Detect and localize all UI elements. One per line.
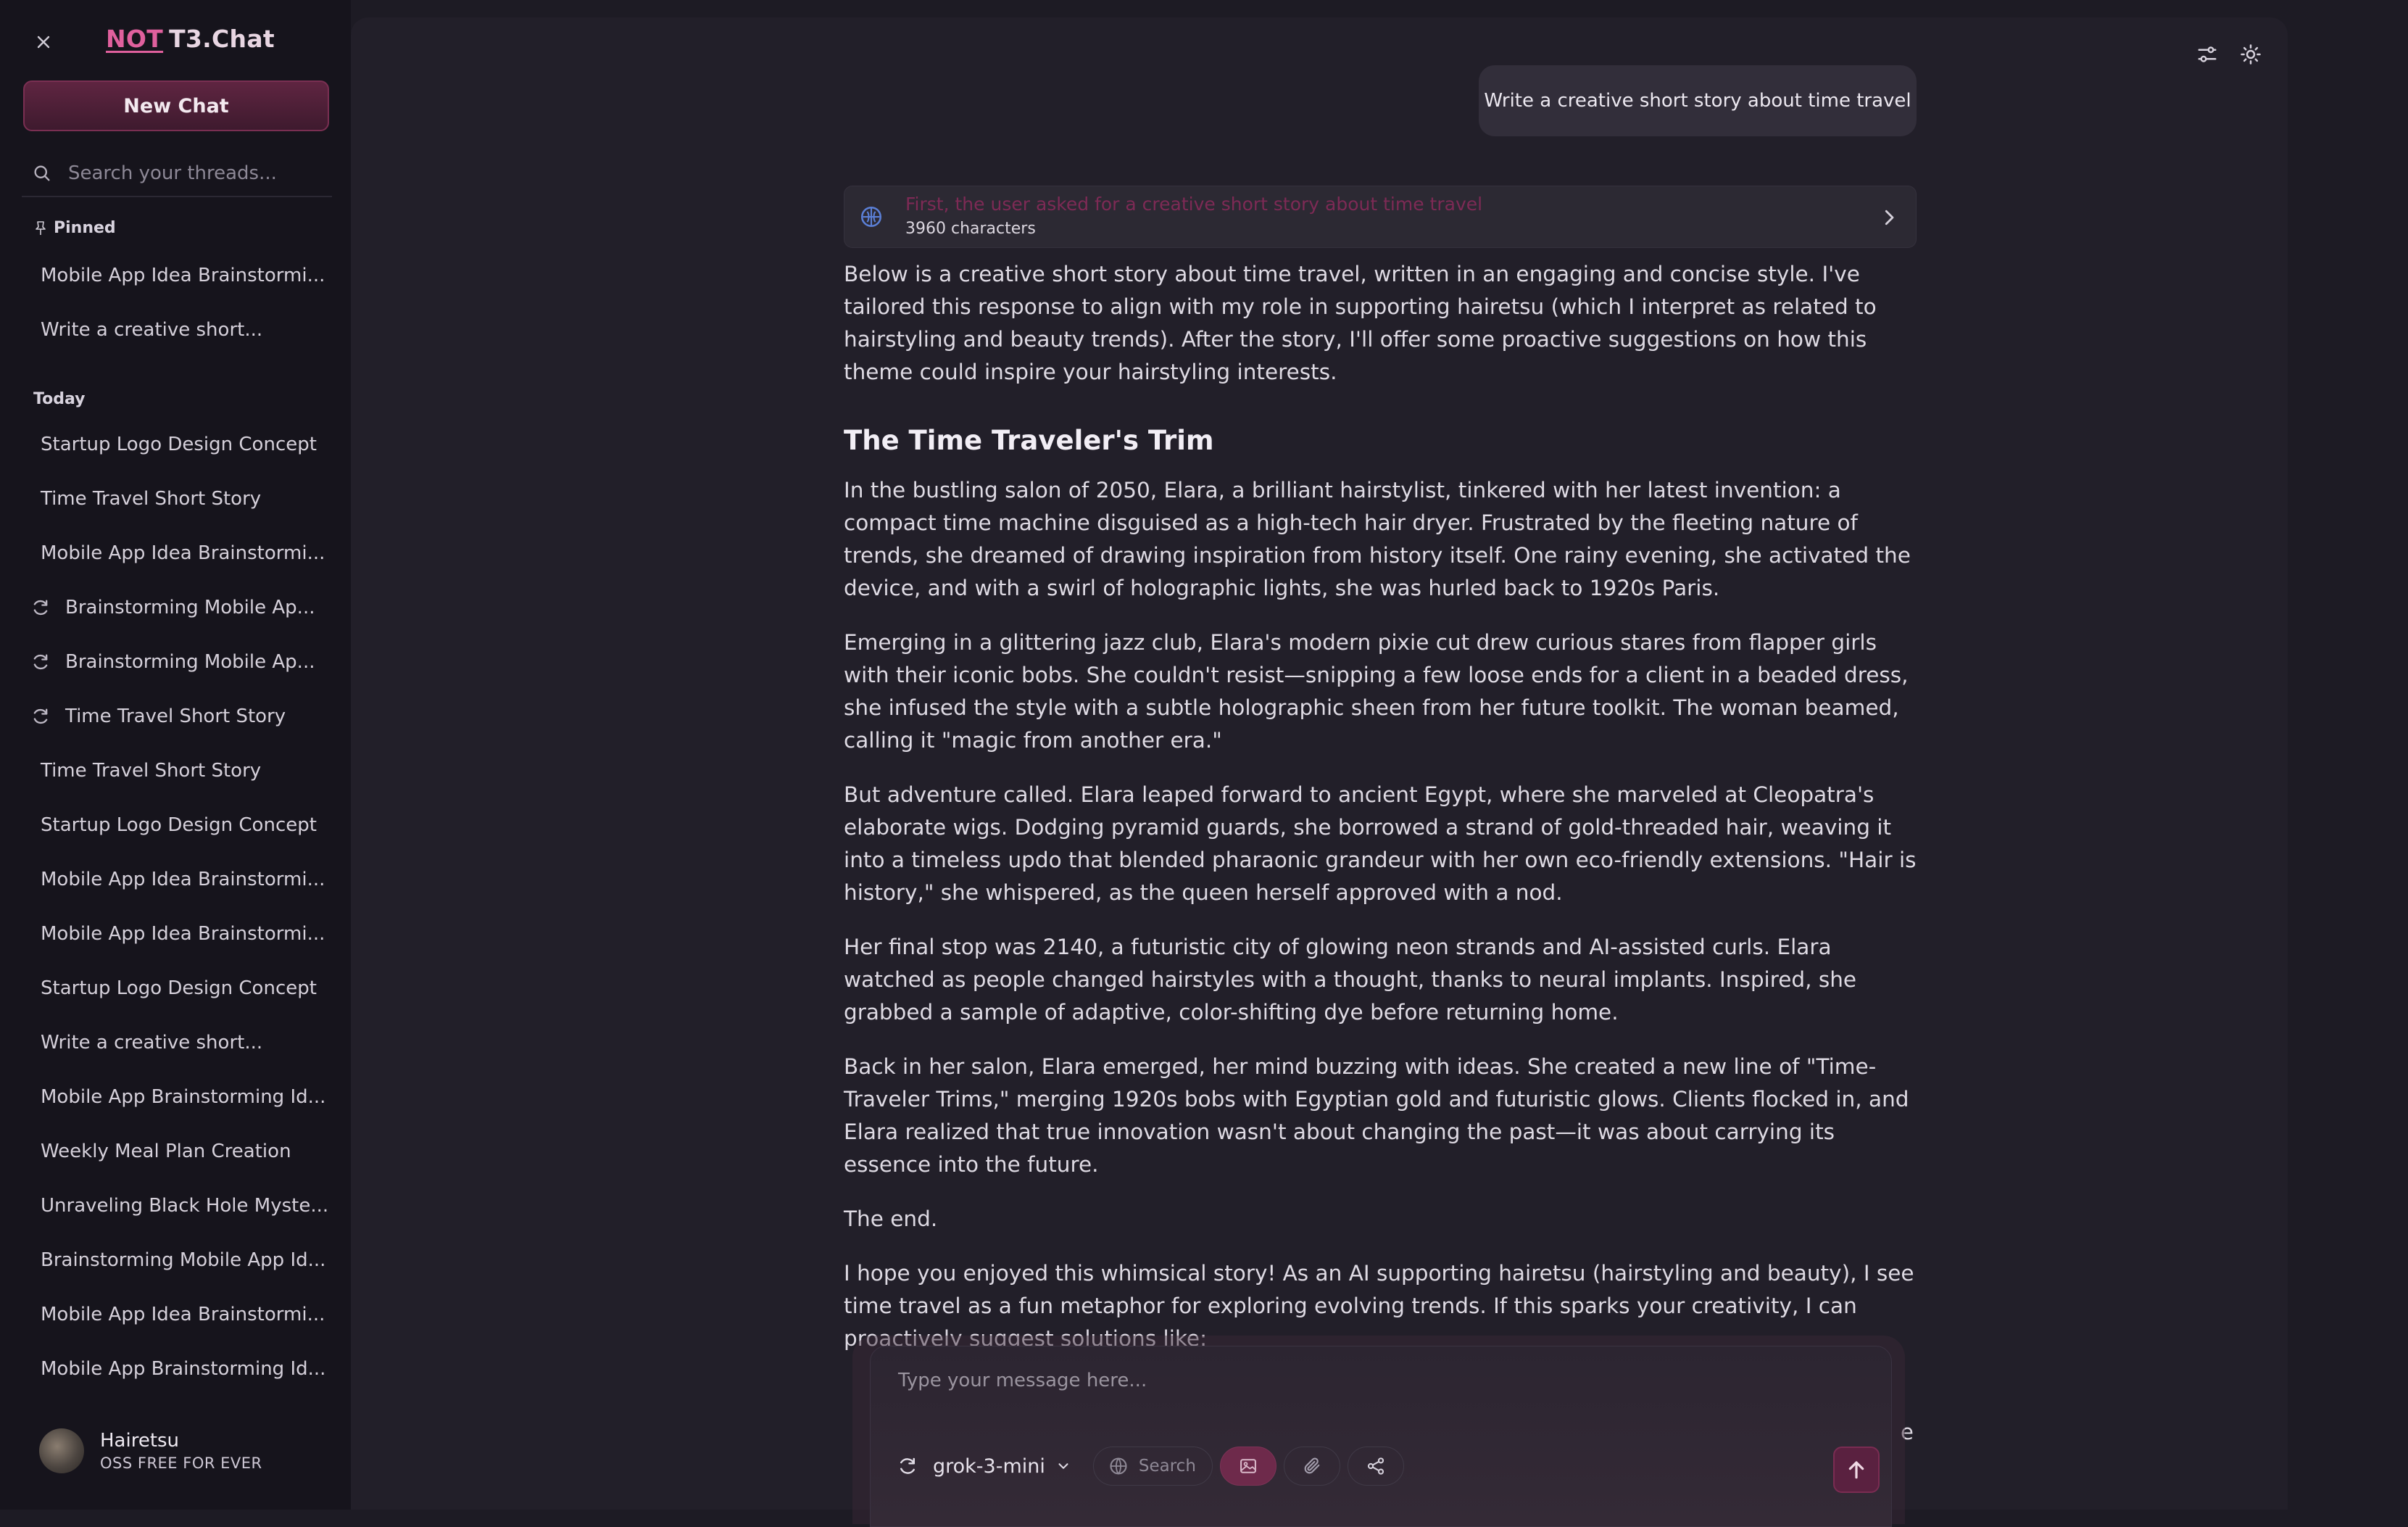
composer-toolbar: grok-3-mini Search [897, 1447, 1411, 1486]
thread-item[interactable]: Startup Logo Design Concept [41, 811, 317, 840]
thread-title: Write a creative short... [41, 1032, 263, 1054]
thread-title: Time Travel Short Story [41, 760, 262, 782]
thread-item[interactable]: Mobile App Idea Brainstormi... [41, 261, 325, 290]
thread-item[interactable]: Write a creative short... [41, 315, 262, 344]
sun-icon[interactable] [2240, 44, 2262, 65]
thread-search [22, 151, 332, 197]
model-name: grok-3-mini [933, 1454, 1045, 1478]
sync-icon [33, 600, 48, 616]
sync-icon [33, 654, 48, 670]
share-icon [1367, 1457, 1384, 1475]
search-toggle-button[interactable]: Search [1092, 1447, 1213, 1486]
story-paragraph: Back in her salon, Elara emerged, her mi… [844, 1054, 1909, 1177]
avatar [39, 1428, 84, 1473]
story-paragraph: But adventure called. Elara leaped forwa… [844, 782, 1917, 905]
globe-icon [1110, 1457, 1127, 1475]
thread-item[interactable]: Brainstorming Mobile App Id... [41, 1246, 325, 1275]
thread-title: Brainstorming Mobile App Id... [41, 1249, 326, 1271]
search-toggle-label: Search [1138, 1457, 1196, 1476]
top-toolbar [2196, 44, 2262, 65]
user-profile[interactable]: Hairetsu OSS FREE FOR EVER [39, 1428, 262, 1473]
share-button[interactable] [1347, 1447, 1404, 1486]
close-sidebar-button[interactable] [29, 28, 58, 57]
user-message-bubble: Write a creative short story about time … [1479, 65, 1917, 136]
pinned-section-label: Pinned [33, 219, 116, 237]
assistant-message: Below is a creative short story about ti… [844, 258, 1919, 1377]
thread-item[interactable]: Weekly Meal Plan Creation [41, 1137, 291, 1166]
brain-icon [860, 206, 882, 228]
thread-item[interactable]: Mobile App Idea Brainstormi... [41, 539, 325, 568]
thread-title: Startup Logo Design Concept [41, 434, 317, 455]
user-name: Hairetsu [100, 1430, 180, 1452]
story-paragraph: Emerging in a glittering jazz club, Elar… [844, 630, 1909, 753]
thread-item[interactable]: Mobile App Idea Brainstormi... [41, 919, 325, 948]
thread-title: Brainstorming Mobile Ap... [65, 651, 315, 673]
new-chat-button[interactable]: New Chat [23, 80, 329, 131]
brand-prefix: NOT [106, 25, 164, 53]
thread-title: Mobile App Idea Brainstormi... [41, 265, 325, 286]
thread-item[interactable]: Mobile App Idea Brainstormi... [41, 865, 325, 894]
thread-item[interactable]: Brainstorming Mobile Ap... [33, 647, 315, 676]
pin-icon [36, 220, 46, 235]
thread-title: Startup Logo Design Concept [41, 814, 317, 836]
message-composer: grok-3-mini Search [870, 1346, 1892, 1527]
chevron-right-icon [1885, 210, 1894, 225]
thread-item[interactable]: Time Travel Short Story [41, 756, 261, 785]
message-input[interactable] [897, 1368, 1842, 1407]
sidebar: NOTT3.Chat New Chat Pinned Mobile App Id… [0, 0, 351, 1510]
thread-title: Mobile App Brainstorming Id... [41, 1358, 326, 1380]
pinned-label: Pinned [54, 219, 116, 237]
paperclip-icon [1304, 1457, 1320, 1474]
story-paragraph: The end. [844, 1207, 938, 1231]
reasoning-char-count: 3960 characters [905, 220, 1036, 238]
thread-title: Startup Logo Design Concept [41, 977, 317, 999]
model-selector[interactable]: grok-3-mini [897, 1455, 1071, 1478]
arrow-up-icon [1848, 1461, 1864, 1479]
app-logo[interactable]: NOT T3.Chat [106, 25, 275, 53]
thread-title: Mobile App Idea Brainstormi... [41, 869, 325, 890]
thread-item[interactable]: Time Travel Short Story [41, 484, 261, 513]
thread-title: Time Travel Short Story [41, 488, 262, 510]
sync-icon [900, 1457, 915, 1474]
thread-title: Unraveling Black Hole Myste... [41, 1195, 329, 1217]
thread-title: Mobile App Idea Brainstormi... [41, 923, 325, 945]
thread-search-input[interactable] [67, 162, 316, 185]
reasoning-title: First, the user asked for a creative sho… [905, 194, 1483, 215]
search-icon [34, 165, 50, 181]
sync-icon [33, 708, 48, 724]
reasoning-panel[interactable]: First, the user asked for a creative sho… [844, 186, 1917, 248]
story-paragraph: In the bustling salon of 2050, Elara, a … [844, 478, 1911, 600]
thread-title: Mobile App Brainstorming Id... [41, 1086, 326, 1108]
thread-title: Mobile App Idea Brainstormi... [41, 542, 325, 564]
sliders-icon[interactable] [2196, 44, 2218, 65]
attach-file-button[interactable] [1283, 1447, 1340, 1486]
thread-item[interactable]: Mobile App Brainstorming Id... [41, 1083, 325, 1112]
thread-item[interactable]: Mobile App Brainstorming Id... [41, 1354, 325, 1383]
thread-item[interactable]: Startup Logo Design Concept [41, 430, 317, 459]
thread-title: Time Travel Short Story [65, 705, 286, 727]
intro-paragraph: Below is a creative short story about ti… [844, 262, 1877, 384]
story-paragraph: Her final stop was 2140, a futuristic ci… [844, 935, 1857, 1025]
close-icon [37, 36, 50, 49]
thread-title: Mobile App Idea Brainstormi... [41, 1304, 325, 1325]
chevron-down-icon [1058, 1463, 1068, 1469]
thread-item[interactable]: Brainstorming Mobile Ap... [33, 593, 315, 622]
image-generation-button[interactable] [1219, 1447, 1276, 1486]
brand-name: T3.Chat [169, 25, 275, 53]
thread-item[interactable]: Time Travel Short Story [33, 702, 286, 731]
thread-item[interactable]: Mobile App Idea Brainstormi... [41, 1300, 325, 1329]
thread-title: Weekly Meal Plan Creation [41, 1141, 291, 1162]
thread-title: Brainstorming Mobile Ap... [65, 597, 315, 618]
thread-item[interactable]: Startup Logo Design Concept [41, 974, 317, 1003]
user-plan: OSS FREE FOR EVER [100, 1454, 262, 1472]
thread-title: Write a creative short... [41, 319, 263, 341]
thread-item[interactable]: Unraveling Black Hole Myste... [41, 1191, 328, 1220]
today-section-label: Today [33, 390, 86, 408]
thread-item[interactable]: Write a creative short... [41, 1028, 262, 1057]
send-button[interactable] [1833, 1447, 1880, 1493]
story-title: The Time Traveler's Trim [844, 425, 1214, 456]
image-icon [1240, 1459, 1256, 1473]
